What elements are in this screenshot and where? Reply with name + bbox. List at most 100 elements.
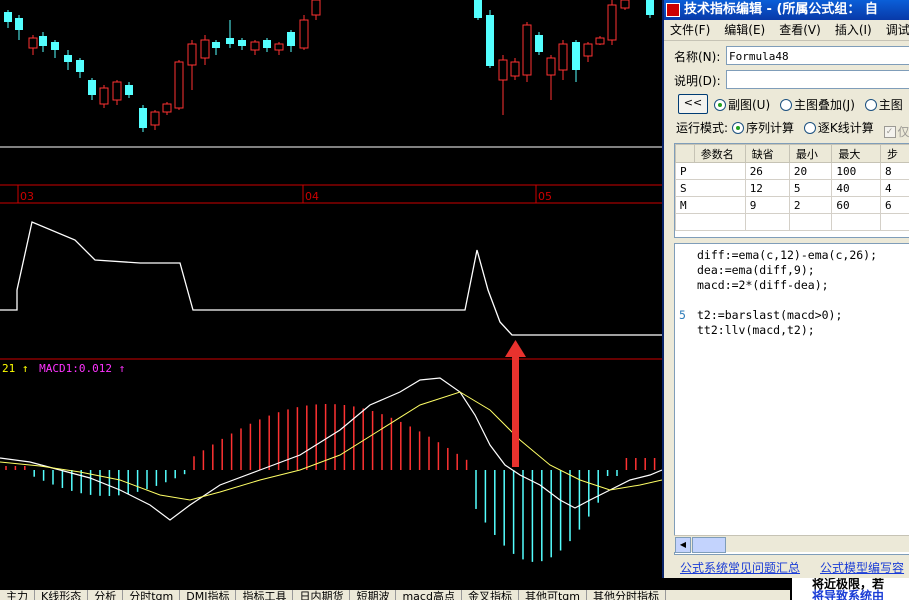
- scroll-left-icon[interactable]: ◀: [675, 537, 691, 553]
- candle-body: [139, 108, 147, 128]
- scroll-thumb[interactable]: [692, 537, 726, 553]
- candle-body: [263, 40, 271, 48]
- menu-edit[interactable]: 编辑(E): [718, 20, 773, 40]
- candle-body: [558, 43, 568, 71]
- candle-body: [200, 39, 210, 59]
- candle-body: [546, 57, 556, 76]
- col-step[interactable]: 步: [879, 144, 909, 163]
- bottom-tab[interactable]: 分时tgm: [123, 590, 181, 600]
- table-row[interactable]: [675, 213, 909, 231]
- only-checkbox[interactable]: ✓ 仅: [883, 123, 909, 140]
- bottom-tab[interactable]: 指标工具: [236, 590, 294, 600]
- candle-body: [572, 42, 580, 70]
- params-table[interactable]: 参数名 缺省 最小 最大 步 P 26 20 100 8 S 12 5 40 4: [674, 143, 909, 238]
- description-input[interactable]: [726, 70, 909, 89]
- params-header-row: 参数名 缺省 最小 最大 步: [675, 144, 909, 163]
- date-label-05: 05: [538, 190, 552, 203]
- candle-body: [287, 32, 295, 46]
- bottom-tab[interactable]: K线形态: [35, 590, 89, 600]
- candle-body: [646, 0, 654, 15]
- radio-main-chart[interactable]: 主图: [864, 96, 903, 113]
- candle-body: [112, 81, 122, 101]
- limit-warning-popup[interactable]: 将近极限，若 将导致系统由: [792, 578, 909, 600]
- candle-body: [28, 37, 38, 49]
- candle-body: [498, 59, 508, 81]
- name-input[interactable]: Formula48: [726, 46, 909, 65]
- candle-body: [212, 42, 220, 48]
- radio-per-bar-calc[interactable]: 逐K线计算: [803, 119, 874, 136]
- col-min[interactable]: 最小: [788, 144, 833, 163]
- editor-title: 技术指标编辑 - (所属公式组： 自: [684, 2, 878, 17]
- checkmark-icon: ✓: [883, 125, 896, 138]
- radio-dot-icon: [714, 98, 726, 111]
- code-line[interactable]: t2:=barslast(macd>0);: [697, 308, 842, 322]
- bottom-formula-tabs: 主力 K线形态 分析 分时tgm DMI指标 指标工具 日内期货 短期波 macd高点 金叉指标其…: [0, 590, 790, 600]
- table-row[interactable]: M 9 2 60 6: [675, 196, 909, 214]
- faq-link[interactable]: 公式系统常见问题汇总: [680, 561, 800, 575]
- macd-header: 21 ↑ MACD1:0.012 ↑: [2, 362, 125, 375]
- bottom-tab[interactable]: macd高点: [396, 590, 462, 600]
- formula-editor-window[interactable]: 技术指标编辑 - (所属公式组： 自 文件(F) 编辑(E) 查看(V) 插入(I) 调…: [662, 0, 909, 578]
- bottom-tab[interactable]: 金叉指标: [462, 590, 519, 600]
- bottom-tab[interactable]: 其他分时指标: [587, 590, 666, 600]
- menu-debug[interactable]: 调试: [880, 20, 909, 40]
- candle-body: [174, 61, 184, 109]
- menu-insert[interactable]: 插入(I): [829, 20, 880, 40]
- candle-body: [620, 0, 630, 9]
- candle-body: [4, 12, 12, 22]
- name-label: 名称(N):: [674, 50, 721, 64]
- collapse-button[interactable]: <<: [678, 94, 708, 114]
- horizontal-scrollbar[interactable]: ◀: [674, 535, 909, 553]
- candle-body: [15, 18, 23, 30]
- radio-dot-icon: [732, 121, 744, 134]
- candle-body: [226, 38, 234, 44]
- candle-body: [187, 43, 197, 66]
- radio-dot-icon: [864, 98, 877, 111]
- stock-chart[interactable]: 03 04 05 21 ↑ MACD1:0.012 ↑: [0, 0, 662, 590]
- col-default[interactable]: 缺省: [744, 144, 790, 163]
- radio-main-overlay[interactable]: 主图叠加(J): [779, 96, 855, 113]
- bottom-tab[interactable]: 日内期货: [293, 590, 351, 600]
- candle-body: [39, 36, 47, 46]
- code-line[interactable]: macd:=2*(diff-dea);: [697, 278, 829, 292]
- bottom-tab[interactable]: DMI指标: [180, 590, 237, 600]
- col-param-name[interactable]: 参数名: [693, 144, 746, 163]
- candle-body: [64, 55, 72, 62]
- candle-body: [311, 0, 321, 16]
- candle-body: [535, 35, 543, 52]
- menu-view[interactable]: 查看(V): [773, 20, 829, 40]
- radio-series-calc[interactable]: 序列计算: [732, 119, 794, 136]
- code-editor[interactable]: diff:=ema(c,12)-ema(c,26); dea:=ema(diff…: [674, 243, 909, 555]
- col-max[interactable]: 最大: [831, 144, 881, 163]
- code-line[interactable]: tt2:llv(macd,t2);: [697, 323, 815, 337]
- candle-body: [88, 80, 96, 95]
- table-row[interactable]: S 12 5 40 4: [675, 179, 909, 197]
- table-row[interactable]: P 26 20 100 8: [675, 162, 909, 180]
- description-label: 说明(D):: [674, 74, 721, 88]
- formula-guide-link[interactable]: 公式模型编写容: [820, 561, 904, 575]
- candle-body: [299, 19, 309, 49]
- candle-body: [250, 41, 260, 51]
- code-line[interactable]: dea:=ema(diff,9);: [697, 263, 815, 277]
- candle-body: [162, 103, 172, 113]
- editor-titlebar[interactable]: 技术指标编辑 - (所属公式组： 自: [664, 0, 909, 20]
- diff-line: [0, 377, 662, 521]
- bottom-tab[interactable]: 分析: [88, 590, 124, 600]
- app-icon: [666, 3, 680, 17]
- candle-body: [522, 24, 532, 76]
- radio-sub-chart[interactable]: 副图(U): [714, 96, 770, 113]
- candle-body: [125, 85, 133, 95]
- candle-body: [486, 15, 494, 66]
- candle-body: [99, 87, 109, 105]
- radio-dot-icon: [779, 98, 792, 111]
- line-number: 5: [679, 308, 686, 322]
- bottom-tab[interactable]: 其他可tgm: [519, 590, 587, 600]
- candle-body: [238, 40, 246, 46]
- candle-body: [474, 0, 482, 18]
- code-line[interactable]: diff:=ema(c,12)-ema(c,26);: [697, 248, 877, 262]
- candle-body: [583, 43, 593, 57]
- bottom-tab[interactable]: 短期波: [350, 590, 397, 600]
- candle-body: [76, 60, 84, 72]
- menu-file[interactable]: 文件(F): [664, 20, 718, 40]
- bottom-tab[interactable]: 主力: [0, 590, 35, 600]
